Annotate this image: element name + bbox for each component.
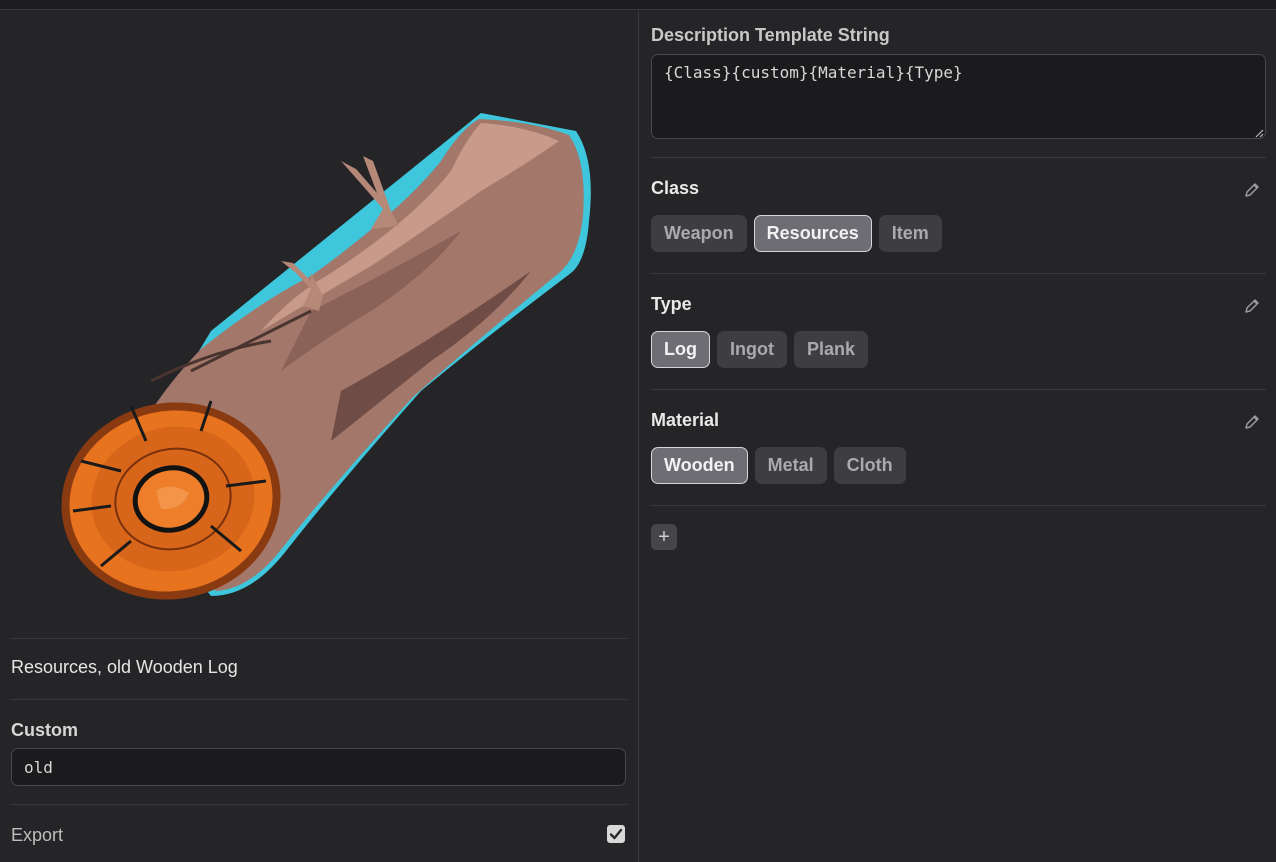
export-label: Export	[11, 825, 64, 845]
divider	[11, 804, 627, 805]
right-panel: Description Template String {Class}{cust…	[639, 11, 1276, 862]
divider	[651, 273, 1266, 274]
pencil-icon[interactable]	[1242, 180, 1262, 200]
check-icon	[609, 828, 623, 840]
chip-item[interactable]: Item	[878, 215, 942, 252]
class-chip-row: Weapon Resources Item	[651, 215, 942, 252]
divider	[651, 157, 1266, 158]
custom-input[interactable]	[11, 748, 626, 786]
template-label: Description Template String	[651, 25, 890, 45]
chip-resources[interactable]: Resources	[753, 215, 872, 252]
item-image-preview	[11, 11, 627, 638]
chip-metal[interactable]: Metal	[754, 447, 827, 484]
type-chip-row: Log Ingot Plank	[651, 331, 869, 368]
divider	[651, 389, 1266, 390]
divider	[11, 699, 627, 700]
description-output: Resources, old Wooden Log	[11, 657, 238, 677]
divider	[651, 505, 1266, 506]
add-section-button[interactable]: +	[651, 524, 677, 550]
section-title-material: Material	[651, 410, 720, 430]
custom-label: Custom	[11, 720, 78, 740]
chip-weapon[interactable]: Weapon	[651, 215, 747, 252]
export-checkbox[interactable]	[607, 825, 625, 843]
divider	[11, 638, 627, 639]
log-illustration	[61, 113, 591, 600]
chip-ingot[interactable]: Ingot	[717, 331, 787, 368]
plus-icon: +	[658, 525, 670, 548]
material-chip-row: Wooden Metal Cloth	[651, 447, 906, 484]
chip-wooden[interactable]: Wooden	[651, 447, 748, 484]
section-title-class: Class	[651, 178, 700, 198]
chip-cloth[interactable]: Cloth	[833, 447, 906, 484]
left-panel: Resources, old Wooden Log Custom Export	[0, 11, 638, 862]
section-title-type: Type	[651, 294, 692, 314]
template-string-input[interactable]: {Class}{custom}{Material}{Type}	[651, 54, 1266, 139]
pencil-icon[interactable]	[1242, 412, 1262, 432]
resize-grip-icon[interactable]	[1254, 128, 1264, 138]
chip-log[interactable]: Log	[651, 331, 710, 368]
pencil-icon[interactable]	[1242, 296, 1262, 316]
top-bar	[0, 0, 1276, 10]
chip-plank[interactable]: Plank	[793, 331, 869, 368]
